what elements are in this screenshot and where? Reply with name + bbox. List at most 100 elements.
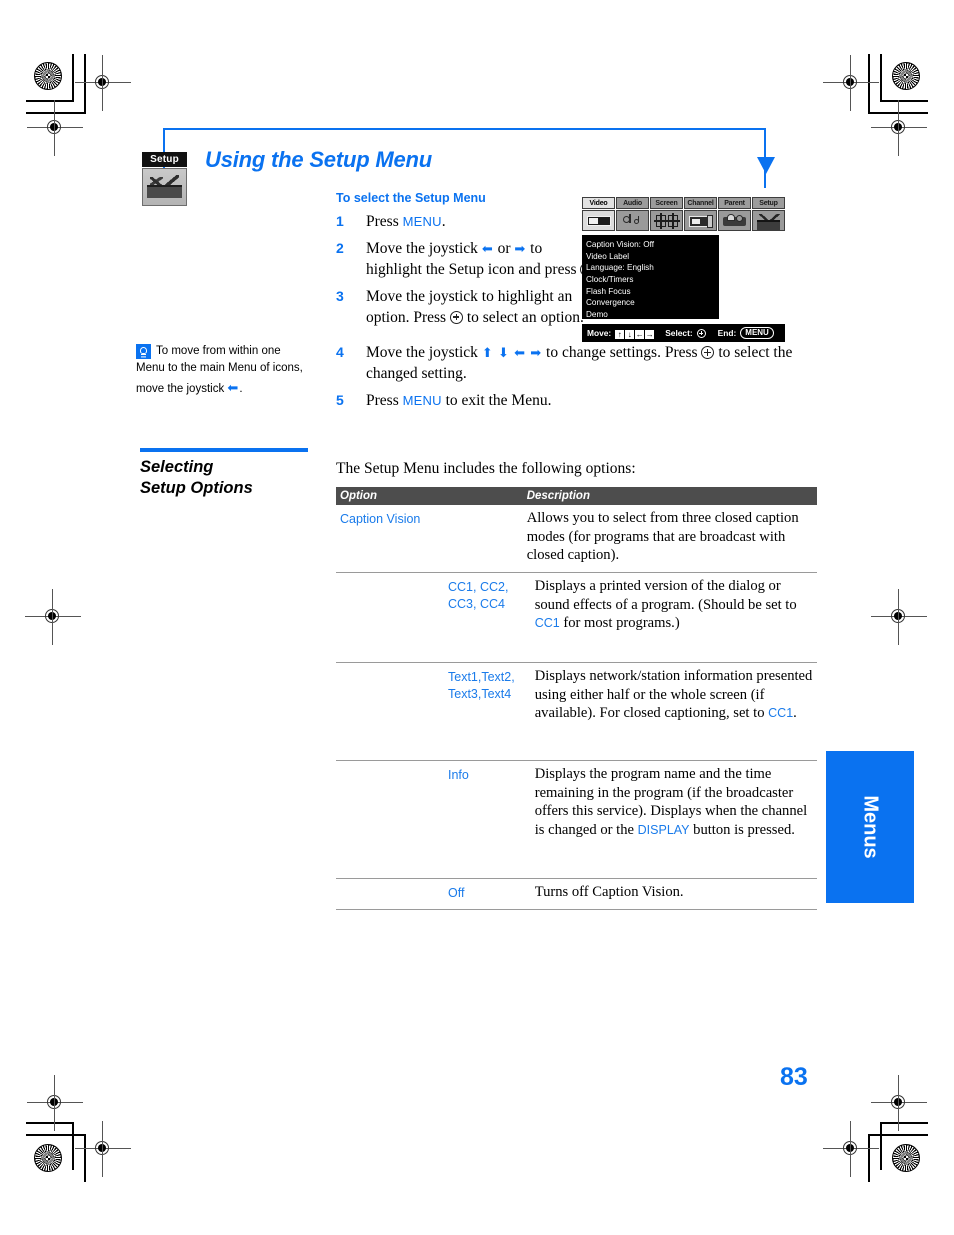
section-thumb-tab: Menus [826, 751, 914, 903]
description-text-group: Displays network/station information pre… [522, 662, 817, 761]
crop-mark-bottom-left-v [72, 1122, 74, 1170]
step-number: 5 [336, 392, 344, 409]
tv-tab-video: Video [582, 197, 615, 209]
crop-mark-top-right-h [880, 100, 928, 102]
registration-mark-bottom-left [75, 1121, 131, 1177]
select-button-icon [696, 328, 706, 338]
crop-mark-bottom-right-v [880, 1122, 882, 1170]
setup-toolbox-icon [142, 168, 187, 206]
step-text-mid: or [493, 240, 515, 258]
procedure-step-5: 5 Press MENU to exit the Menu. [336, 391, 816, 411]
step-text-mid: to change settings. Press [542, 344, 702, 362]
tv-menu-item-flash-focus: Flash Focus [586, 286, 631, 296]
option-line-2: Text3,Text4 [448, 687, 512, 702]
step-number: 4 [336, 344, 344, 361]
crop-mark-top-left-h [26, 100, 74, 102]
column-header-option: Option [336, 487, 523, 505]
crop-mark-bottom-left-v2 [84, 1134, 86, 1182]
tv-menu-tab-row: Video Audio Screen Channel Parent Setup [582, 197, 785, 209]
registration-mark-top-left [75, 55, 131, 111]
tv-menu-item-clock-timers: Clock/Timers [586, 274, 634, 284]
step-text-pre: Move the joystick [366, 240, 482, 258]
dpad-up-icon: ↑ [615, 329, 625, 339]
color-rosette-bottom-right [892, 1144, 920, 1172]
channel-icon [684, 210, 717, 231]
option-line-1: Text1,Text2, [448, 670, 515, 685]
table-intro-text: The Setup Menu includes the following op… [336, 460, 636, 477]
tv-menu-footer-bar: Move: ↑ ↓ ← → Select: End: MENU [582, 324, 785, 342]
tv-menu-icon-row [582, 210, 785, 231]
step-text-post: to exit the Menu. [441, 392, 552, 410]
crop-mark-top-right-v2 [868, 54, 870, 114]
tv-menu-item-video-label: Video Label [586, 251, 630, 261]
arrow-cluster-icon: ⬆ ⬇ ⬅ ➡ [481, 345, 543, 361]
tv-tab-screen: Screen [650, 197, 683, 209]
crop-mark-top-left-v [72, 54, 74, 102]
screen-icon [650, 210, 683, 231]
setup-badge-label: Setup [142, 152, 187, 167]
arrow-right-icon: ➡ [514, 241, 527, 257]
setup-menu-badge: Setup [142, 152, 190, 206]
color-rosette-bottom-left [34, 1144, 62, 1172]
parent-icon [718, 210, 751, 231]
section-title: Selecting Setup Options [140, 457, 330, 498]
step-text-post: to select an option. [462, 308, 584, 326]
tv-menu-item-caption-vision: Caption Vision: Off [586, 240, 654, 249]
end-label: End: [717, 328, 737, 338]
step-text-pre: Press [366, 213, 403, 230]
registration-mark-bottom-right [823, 1121, 879, 1177]
crop-mark-top-right-v [880, 54, 882, 102]
option-line-2: CC3, CC4 [448, 597, 505, 612]
registration-mark-lower-right [871, 1075, 927, 1131]
section-thumb-tab-label: Menus [859, 795, 882, 859]
registration-mark-top-right [823, 55, 879, 111]
color-rosette-top-right [892, 62, 920, 90]
step-number: 3 [336, 288, 344, 305]
procedure-step-3: 3 Move the joystick to highlight an opti… [336, 287, 601, 328]
option-off: Off [336, 878, 523, 911]
tv-tab-audio: Audio [616, 197, 649, 209]
tip-note: To move from within one Menu to the main… [136, 343, 311, 398]
option-line-1: CC1, CC2, [448, 580, 509, 595]
step-number: 2 [336, 240, 344, 257]
dpad-left-icon: ← [635, 329, 645, 339]
description-caption-vision: Allows you to select from three closed c… [526, 510, 799, 564]
lightbulb-icon [136, 344, 151, 359]
option-caption-vision: Caption Vision [340, 512, 421, 526]
procedure-step-1: 1 Press MENU. [336, 212, 601, 232]
select-label: Select: [665, 328, 693, 338]
registration-mark-lower-left [27, 1075, 83, 1131]
cc1-link: CC1 [768, 706, 794, 721]
display-link: DISPLAY [637, 823, 690, 838]
tv-menu-item-demo: Demo [586, 309, 608, 319]
description-cc-group: Displays a printed version of the dialog… [522, 572, 817, 663]
table-row: Caption Vision Allows you to select from… [336, 505, 817, 573]
procedure-heading: To select the Setup Menu [336, 191, 486, 205]
registration-mark-mid-left [25, 589, 81, 645]
table-row: Info Displays the program name and the t… [336, 760, 817, 879]
table-row: CC1, CC2, CC3, CC4 Displays a printed ve… [336, 572, 817, 663]
setup-options-table: Option Description Caption Vision Allows… [336, 487, 817, 911]
cc1-link: CC1 [534, 616, 560, 631]
page-number: 83 [780, 1063, 808, 1091]
section-rule [140, 448, 308, 452]
dpad-down-icon: ↓ [625, 329, 635, 339]
option-info: Info [336, 760, 523, 879]
audio-icon [616, 210, 649, 231]
desc-part-b: for most programs.) [559, 615, 680, 632]
color-rosette-top-left [34, 62, 62, 90]
crop-mark-bottom-right-h [880, 1122, 928, 1124]
registration-mark-upper-left [27, 100, 83, 156]
tv-tab-parent: Parent [718, 197, 751, 209]
crop-mark-bottom-left-h2 [26, 1134, 86, 1136]
menu-key-label: MENU [402, 214, 442, 229]
tv-tab-channel: Channel [684, 197, 717, 209]
table-header-row: Option Description [336, 487, 817, 505]
header-arrow-icon [757, 157, 775, 174]
tip-text: To move from within one Menu to the main… [136, 345, 303, 395]
desc-part-b: . [793, 705, 797, 722]
column-header-description: Description [522, 487, 817, 505]
table-row: Text1,Text2, Text3,Text4 Displays networ… [336, 662, 817, 761]
setup-icon [752, 210, 785, 231]
tv-menu-option-list: Caption Vision: Off Video Label Language… [582, 235, 719, 319]
